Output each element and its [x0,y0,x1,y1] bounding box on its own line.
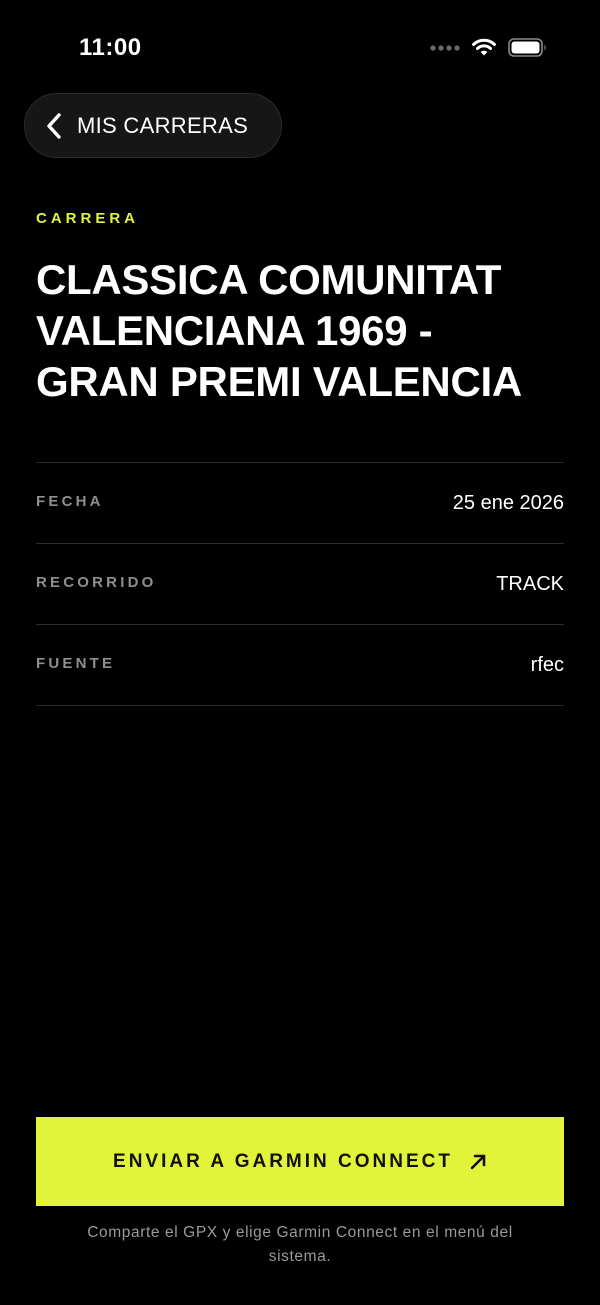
detail-label: RECORRIDO [36,574,157,591]
status-icons [430,38,548,57]
cellular-signal-icon [430,44,460,51]
back-button[interactable]: MIS CARRERAS [24,93,282,158]
send-to-garmin-button[interactable]: ENVIAR A GARMIN CONNECT [36,1117,564,1206]
status-bar: 11:00 [0,0,600,96]
race-title: CLASSICA COMUNITAT VALENCIANA 1969 - GRA… [36,256,522,405]
detail-value: rfec [530,654,564,676]
arrow-up-right-icon [470,1154,486,1169]
status-time: 11:00 [79,34,142,61]
share-hint-text: Comparte el GPX y elige Garmin Connect e… [87,1224,513,1265]
chevron-left-icon [47,112,61,139]
detail-value: TRACK [496,573,564,595]
wifi-icon [472,38,496,56]
detail-row-route: RECORRIDO TRACK [36,544,564,625]
detail-row-source: FUENTE rfec [36,625,564,706]
race-details-list: FECHA 25 ene 2026 RECORRIDO TRACK FUENTE… [36,462,564,706]
section-eyebrow: CARRERA [36,210,139,227]
detail-label: FUENTE [36,655,116,672]
back-button-label: MIS CARRERAS [77,112,249,138]
detail-value: 25 ene 2026 [452,492,564,514]
battery-icon [508,38,546,57]
detail-row-date: FECHA 25 ene 2026 [36,463,564,544]
send-to-garmin-label: ENVIAR A GARMIN CONNECT [113,1150,453,1172]
detail-label: FECHA [36,493,104,510]
